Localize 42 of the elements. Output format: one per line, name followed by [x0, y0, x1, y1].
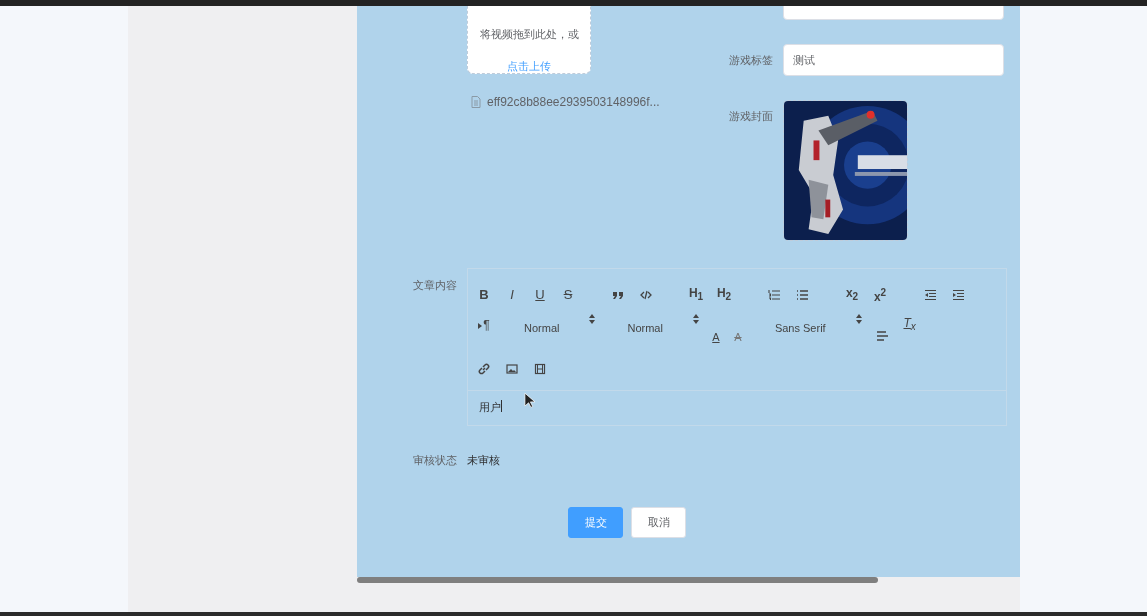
file-name[interactable]: eff92c8b88ee2939503148996f...	[487, 95, 660, 109]
direction-button[interactable]: ¶	[476, 318, 492, 332]
scrollbar-thumb[interactable]	[357, 577, 878, 583]
ordered-list-icon[interactable]	[768, 289, 780, 301]
text-color-button[interactable]: A	[710, 330, 721, 344]
outdent-icon[interactable]	[924, 289, 936, 301]
header-button[interactable]: H$_{1}$	[688, 285, 704, 305]
field-label: 审核状态	[412, 453, 457, 468]
code-icon[interactable]	[640, 289, 652, 301]
file-icon	[471, 96, 481, 108]
script-button[interactable]: x$^{2}$	[872, 286, 888, 304]
updown-caret-icon	[589, 314, 596, 324]
input-field[interactable]: 测试	[783, 44, 1004, 76]
bullet-list-icon[interactable]	[796, 289, 808, 301]
align-icon[interactable]	[875, 330, 888, 342]
strike-button[interactable]: S	[560, 288, 576, 302]
field-label: 游戏封面	[729, 109, 773, 124]
header-button[interactable]: H$_{2}$	[716, 285, 732, 305]
triangle-icon	[478, 322, 483, 329]
clear-format-button[interactable]: T$_{x}$	[901, 316, 918, 335]
editor-content[interactable]: 用户	[468, 391, 1006, 425]
review-status: 未审核	[467, 453, 500, 468]
video-icon[interactable]	[534, 363, 546, 375]
image-icon[interactable]	[506, 363, 518, 375]
format-dropdown[interactable]: Sans Serif	[754, 312, 862, 334]
indent-icon[interactable]	[952, 289, 964, 301]
format-dropdown[interactable]: Normal	[607, 312, 699, 334]
updown-caret-icon	[855, 314, 862, 324]
script-button[interactable]: x$_{2}$	[844, 285, 860, 305]
field-label: 游戏标签	[729, 52, 773, 68]
upload-hint: 将视频拖到此处，或	[479, 27, 579, 42]
upload-dropzone[interactable]: 将视频拖到此处，或 点击上传	[467, 6, 591, 74]
field-label: 文章内容	[412, 278, 457, 293]
bold-button[interactable]: B	[476, 288, 492, 302]
quote-icon[interactable]	[612, 289, 624, 301]
cancel-button[interactable]: 取消	[631, 507, 686, 538]
mouse-pointer-icon	[524, 392, 535, 409]
format-dropdown[interactable]: Normal	[504, 312, 596, 334]
italic-button[interactable]: I	[504, 288, 520, 302]
underline-button[interactable]: U	[532, 288, 548, 302]
updown-caret-icon	[692, 314, 699, 324]
link-icon[interactable]	[478, 363, 490, 375]
